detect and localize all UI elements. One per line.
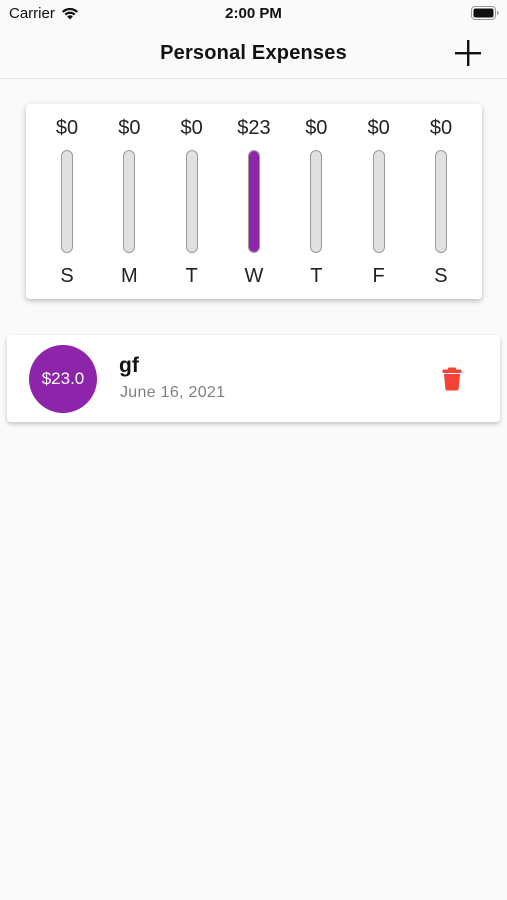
bar-track: [372, 150, 385, 253]
bar-fill: [248, 151, 259, 252]
status-bar: Carrier 2:00 PM: [0, 0, 507, 28]
bar-amount-label: $0: [180, 117, 203, 139]
bar-day-label: T: [185, 265, 198, 287]
bar-day-label: T: [310, 265, 323, 287]
chart-bar-column: $0 S: [412, 116, 470, 291]
app-bar: Personal Expenses: [0, 28, 507, 79]
bar-day-label: S: [434, 265, 448, 287]
weekly-chart: $0 S $0 M $0 T $23 W $0 T $0 F $0 S: [26, 104, 482, 299]
battery-icon: [471, 6, 499, 25]
trash-icon: [442, 367, 462, 391]
transaction-item: $23.0 gf June 16, 2021: [7, 335, 500, 422]
bar-day-label: S: [60, 265, 74, 287]
bar-amount-label: $23: [237, 117, 271, 139]
chart-bars: $0 S $0 M $0 T $23 W $0 T $0 F $0 S: [38, 116, 470, 291]
delete-transaction-button[interactable]: [442, 367, 462, 391]
add-transaction-button[interactable]: [453, 38, 483, 68]
transaction-date: June 16, 2021: [120, 384, 226, 401]
clock: 2:00 PM: [225, 5, 282, 22]
chart-bar-column: $23 W: [225, 116, 283, 291]
transaction-amount: $23.0: [41, 369, 85, 388]
bar-track: [310, 150, 323, 253]
bar-amount-label: $0: [118, 117, 141, 139]
bar-track: [247, 150, 260, 253]
transaction-title: gf: [119, 354, 139, 377]
chart-bar-column: $0 F: [350, 116, 408, 291]
bar-amount-label: $0: [55, 117, 79, 139]
amount-avatar: $23.0: [29, 345, 97, 413]
chart-bar-column: $0 M: [100, 116, 158, 291]
chart-bar-column: $0 T: [287, 116, 345, 291]
chart-bar-column: $0 S: [38, 116, 96, 291]
bar-track: [123, 150, 136, 253]
bar-day-label: M: [120, 265, 138, 287]
bar-amount-label: $0: [305, 117, 328, 139]
bar-amount-label: $0: [367, 117, 390, 139]
bar-track: [434, 150, 447, 253]
page-title: Personal Expenses: [160, 42, 347, 64]
bar-day-label: F: [372, 265, 385, 287]
bar-track: [185, 150, 198, 253]
bar-day-label: W: [244, 265, 264, 287]
chart-bar-column: $0 T: [163, 116, 221, 291]
bar-amount-label: $0: [429, 117, 453, 139]
bar-track: [61, 150, 73, 253]
plus-icon: [455, 40, 481, 66]
